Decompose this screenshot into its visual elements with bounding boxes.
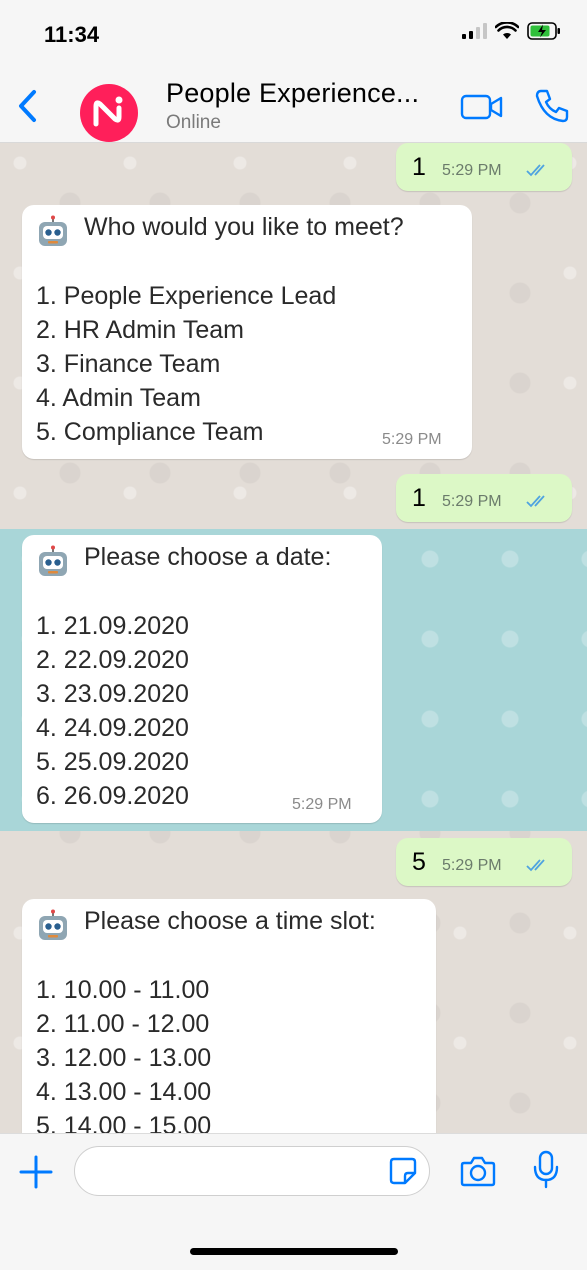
menu-option: 5. Compliance Team (36, 418, 264, 446)
outgoing-message[interactable]: 1 5:29 PM (396, 474, 572, 522)
message-time: 5:29 PM (442, 493, 502, 510)
message-text: 5 (412, 848, 426, 876)
menu-option: 6. 26.09.2020 (36, 782, 189, 810)
message-time: 5:29 PM (442, 857, 502, 874)
menu-option: 2. 11.00 - 12.00 (36, 1010, 210, 1038)
status-time: 11:34 (44, 22, 100, 47)
read-receipt-icon (526, 495, 545, 508)
menu-option: 5. 25.09.2020 (36, 748, 189, 776)
brand-logo-icon (93, 96, 123, 127)
incoming-message[interactable]: Who would you like to meet? 1. People Ex… (22, 205, 472, 459)
cellular-signal-icon (462, 23, 487, 39)
menu-option: 2. HR Admin Team (36, 316, 244, 344)
message-time: 5:29 PM (382, 431, 442, 448)
menu-option: 3. 23.09.2020 (36, 680, 189, 708)
menu-option: 1. People Experience Lead (36, 282, 337, 310)
menu-option: 5. 14.00 - 15.00 (36, 1112, 212, 1133)
message-heading: Please choose a date: (84, 543, 332, 571)
outgoing-message[interactable]: 5 5:29 PM (396, 838, 572, 886)
read-receipt-icon (526, 164, 545, 177)
status-bar: 11:34 (0, 0, 587, 70)
robot-icon (39, 215, 67, 246)
menu-option: 3. 12.00 - 13.00 (36, 1044, 212, 1072)
microphone-icon[interactable] (532, 1150, 560, 1190)
message-heading: Who would you like to meet? (84, 213, 404, 241)
message-text: 1 (412, 153, 426, 181)
back-chevron-icon[interactable] (12, 86, 44, 126)
contact-avatar[interactable] (80, 84, 138, 142)
video-call-icon[interactable] (460, 92, 504, 122)
battery-charging-icon (527, 22, 560, 40)
plus-icon[interactable] (18, 1154, 54, 1190)
composer-bar (0, 1133, 587, 1270)
menu-option: 4. Admin Team (36, 384, 201, 412)
chat-status: Online (166, 112, 221, 133)
read-receipt-icon (526, 859, 545, 872)
robot-icon (39, 909, 67, 940)
chat-area[interactable]: 1 5:29 PM Who would you like to meet? 1.… (0, 143, 587, 1133)
menu-option: 2. 22.09.2020 (36, 646, 189, 674)
home-indicator[interactable] (190, 1248, 398, 1255)
incoming-message[interactable]: Please choose a time slot: 1. 10.00 - 11… (22, 899, 436, 1133)
message-input[interactable] (74, 1146, 430, 1196)
incoming-message[interactable]: Please choose a date: 1. 21.09.2020 2. 2… (22, 535, 382, 823)
menu-option: 1. 10.00 - 11.00 (36, 976, 210, 1004)
message-heading: Please choose a time slot: (84, 907, 376, 935)
outgoing-message[interactable]: 1 5:29 PM (396, 143, 572, 191)
status-icons (462, 22, 561, 40)
message-text: 1 (412, 484, 426, 512)
wifi-icon (495, 22, 519, 39)
robot-icon (39, 545, 67, 576)
menu-option: 3. Finance Team (36, 350, 221, 378)
menu-option: 4. 13.00 - 14.00 (36, 1078, 212, 1106)
sticker-icon[interactable] (388, 1156, 418, 1186)
menu-option: 4. 24.09.2020 (36, 714, 189, 742)
chat-title[interactable]: People Experience... (166, 78, 419, 109)
message-time: 5:29 PM (442, 162, 502, 179)
menu-option: 1. 21.09.2020 (36, 612, 189, 640)
camera-icon[interactable] (460, 1154, 496, 1188)
message-time: 5:29 PM (292, 796, 352, 813)
voice-call-icon[interactable] (532, 86, 572, 126)
chat-header: People Experience... Online (0, 70, 587, 143)
